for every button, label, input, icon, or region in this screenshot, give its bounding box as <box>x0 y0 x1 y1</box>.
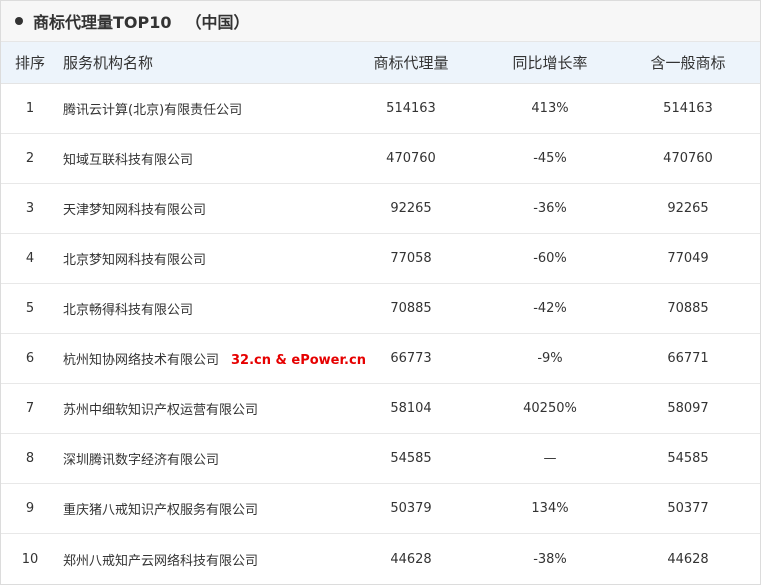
cell-name: 杭州知协网络技术有限公司 32.cn & ePower.cn <box>59 349 366 368</box>
header-general-trademarks: 含一般商标 <box>650 54 726 72</box>
table-header: 排序 服务机构名称 商标代理量 同比增长率 含一般商标 <box>1 42 760 84</box>
cell-general-trademarks: 70885 <box>667 301 709 316</box>
cell-general-trademarks: 470760 <box>663 151 713 166</box>
cell-agency-volume: 44628 <box>390 551 432 567</box>
cell-name-text: 杭州知协网络技术有限公司 <box>63 353 220 368</box>
cell-name: 天津梦知网科技有限公司 <box>63 203 207 218</box>
ranking-panel: 商标代理量TOP10 （中国） 排序 服务机构名称 商标代理量 同比增长率 含一… <box>0 0 761 585</box>
header-agency-volume: 商标代理量 <box>373 54 449 72</box>
cell-agency-volume: 92265 <box>390 201 432 216</box>
cell-rank: 6 <box>25 351 35 366</box>
cell-rank: 2 <box>25 151 35 166</box>
cell-agency-volume: 50379 <box>390 501 432 516</box>
cell-general-trademarks: 54585 <box>667 451 709 466</box>
cell-growth-rate: 134% <box>531 501 569 516</box>
cell-general-trademarks: 77049 <box>667 251 709 266</box>
cell-name: 郑州八戒知产云网络科技有限公司 <box>63 553 259 569</box>
cell-general-trademarks: 514163 <box>663 101 713 116</box>
cell-growth-rate: — <box>543 451 557 466</box>
header-rank: 排序 <box>14 54 45 72</box>
table-row: 3 天津梦知网科技有限公司 92265 -36% 92265 <box>1 184 760 234</box>
cell-agency-volume: 58104 <box>390 401 432 416</box>
cell-name: 重庆猪八戒知识产权服务有限公司 <box>63 503 259 518</box>
cell-growth-rate: 413% <box>531 101 569 116</box>
cell-name: 知域互联科技有限公司 <box>63 153 194 168</box>
cell-growth-rate: 40250% <box>523 401 577 416</box>
cell-rank: 7 <box>25 401 35 416</box>
cell-general-trademarks: 66771 <box>667 351 709 366</box>
table-row: 4 北京梦知网科技有限公司 77058 -60% 77049 <box>1 234 760 284</box>
cell-name: 苏州中细软知识产权运营有限公司 <box>63 403 259 418</box>
table-row: 7 苏州中细软知识产权运营有限公司 58104 40250% 58097 <box>1 384 760 434</box>
bullet-dot-icon <box>15 17 23 25</box>
cell-agency-volume: 66773 <box>390 351 432 366</box>
table-row: 5 北京畅得科技有限公司 70885 -42% 70885 <box>1 284 760 334</box>
cell-agency-volume: 514163 <box>386 101 436 116</box>
panel-title-bar: 商标代理量TOP10 （中国） <box>1 1 760 42</box>
cell-general-trademarks: 58097 <box>667 401 709 416</box>
cell-agency-volume: 70885 <box>390 301 432 316</box>
cell-rank: 9 <box>25 501 35 516</box>
panel-title: 商标代理量TOP10 <box>33 13 172 32</box>
table-row: 8 深圳腾讯数字经济有限公司 54585 — 54585 <box>1 434 760 484</box>
cell-general-trademarks: 50377 <box>667 501 709 516</box>
cell-name: 深圳腾讯数字经济有限公司 <box>63 453 220 468</box>
cell-rank: 1 <box>25 101 35 116</box>
cell-agency-volume: 470760 <box>386 151 436 166</box>
cell-rank: 4 <box>25 251 35 266</box>
cell-growth-rate: -60% <box>533 251 567 266</box>
table-body: 1 腾讯云计算(北京)有限责任公司 514163 413% 514163 2 知… <box>1 84 760 584</box>
cell-name: 腾讯云计算(北京)有限责任公司 <box>63 103 243 118</box>
header-name: 服务机构名称 <box>63 54 154 72</box>
cell-growth-rate: -45% <box>533 151 567 166</box>
cell-rank: 8 <box>25 451 35 466</box>
cell-rank: 10 <box>21 551 39 567</box>
panel-title-region: （中国） <box>185 13 250 32</box>
cell-agency-volume: 77058 <box>390 251 432 266</box>
table-row: 2 知域互联科技有限公司 470760 -45% 470760 <box>1 134 760 184</box>
cell-general-trademarks: 44628 <box>667 551 709 567</box>
header-growth-rate: 同比增长率 <box>512 54 588 72</box>
cell-rank: 3 <box>25 201 35 216</box>
table-row: 1 腾讯云计算(北京)有限责任公司 514163 413% 514163 <box>1 84 760 134</box>
cell-growth-rate: -42% <box>533 301 567 316</box>
cell-rank: 5 <box>25 301 35 316</box>
cell-growth-rate: -9% <box>537 351 563 366</box>
cell-name: 北京畅得科技有限公司 <box>63 303 194 318</box>
table-row: 9 重庆猪八戒知识产权服务有限公司 50379 134% 50377 <box>1 484 760 534</box>
table-row: 10 郑州八戒知产云网络科技有限公司 44628 -38% 44628 <box>1 534 760 584</box>
watermark-text: 32.cn & ePower.cn <box>231 353 366 368</box>
cell-growth-rate: -36% <box>533 201 567 216</box>
cell-agency-volume: 54585 <box>390 451 432 466</box>
cell-growth-rate: -38% <box>533 551 567 567</box>
table-row: 6 杭州知协网络技术有限公司 32.cn & ePower.cn 66773 -9… <box>1 334 760 384</box>
cell-name: 北京梦知网科技有限公司 <box>63 253 207 268</box>
cell-general-trademarks: 92265 <box>667 201 709 216</box>
